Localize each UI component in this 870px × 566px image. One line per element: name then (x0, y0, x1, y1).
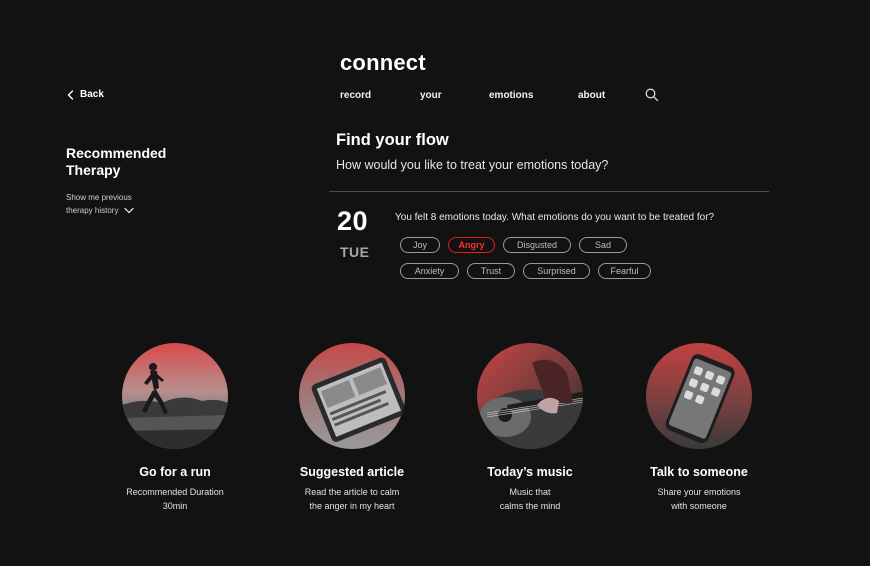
chip-joy[interactable]: Joy (400, 237, 440, 253)
card-description: Music that calms the mind (445, 486, 615, 513)
card-title: Suggested article (299, 465, 405, 479)
desc-line-1: Read the article to calm (304, 487, 400, 497)
heading-line-2: Therapy (66, 162, 121, 178)
search-icon[interactable] (645, 88, 659, 102)
chip-angry[interactable]: Angry (448, 237, 495, 253)
desc-line-1: Recommended Duration (126, 487, 224, 497)
therapy-history-link[interactable]: Show me previous therapy history (66, 192, 166, 217)
emotion-question: You felt 8 emotions today. What emotions… (395, 212, 715, 223)
card-description: Recommended Duration 30min (90, 486, 260, 513)
chip-trust[interactable]: Trust (467, 263, 515, 279)
card-description: Share your emotions with someone (614, 486, 784, 513)
divider (329, 191, 769, 192)
recommended-therapy-heading: Recommended Therapy (66, 145, 196, 179)
history-line-2: therapy history (66, 205, 119, 215)
therapy-card-article[interactable]: Suggested article Read the article to ca… (267, 343, 437, 513)
nav-item-record[interactable]: record (340, 90, 371, 101)
chevron-left-icon (67, 89, 74, 100)
back-button[interactable]: Back (67, 89, 104, 100)
date-day: TUE (340, 244, 370, 260)
chip-anxiety[interactable]: Anxiety (400, 263, 459, 279)
emotion-chip-row-1: Joy Angry Disgusted Sad (400, 237, 627, 253)
history-line-1: Show me previous (66, 193, 132, 202)
chip-fearful[interactable]: Fearful (598, 263, 651, 279)
desc-line-1: Music that (509, 487, 551, 497)
music-image[interactable] (477, 343, 583, 449)
therapy-card-run[interactable]: Go for a run Recommended Duration 30min (90, 343, 260, 513)
talk-image[interactable] (646, 343, 752, 449)
nav-item-your[interactable]: your (420, 90, 442, 101)
therapy-card-talk[interactable]: Talk to someone Share your emotions with… (614, 343, 784, 513)
back-label: Back (80, 89, 104, 100)
desc-line-2: calms the mind (499, 500, 561, 511)
desc-line-2: the anger in my heart (309, 500, 395, 511)
desc-line-1: Share your emotions (657, 487, 741, 497)
date-number: 20 (337, 206, 369, 236)
card-title: Today’s music (487, 465, 573, 479)
page-title: Find your flow (336, 131, 449, 149)
card-title: Go for a run (139, 465, 211, 479)
run-image[interactable] (122, 343, 228, 449)
therapy-card-music[interactable]: Today’s music Music that calms the mind (445, 343, 615, 513)
chevron-down-icon (124, 207, 134, 214)
article-image[interactable] (299, 343, 405, 449)
brand-logo[interactable]: connect (340, 50, 426, 76)
chip-surprised[interactable]: Surprised (523, 263, 590, 279)
nav-item-emotions[interactable]: emotions (489, 90, 533, 101)
desc-line-2: with someone (671, 500, 727, 511)
chip-sad[interactable]: Sad (579, 237, 627, 253)
desc-line-2: 30min (162, 500, 188, 511)
page-subtitle: How would you like to treat your emotion… (336, 158, 609, 172)
chip-disgusted[interactable]: Disgusted (503, 237, 571, 253)
card-title: Talk to someone (650, 465, 748, 479)
card-description: Read the article to calm the anger in my… (267, 486, 437, 513)
emotion-chip-row-2: Anxiety Trust Surprised Fearful (400, 263, 651, 279)
nav-item-about[interactable]: about (578, 90, 605, 101)
heading-line-1: Recommended (66, 145, 167, 161)
